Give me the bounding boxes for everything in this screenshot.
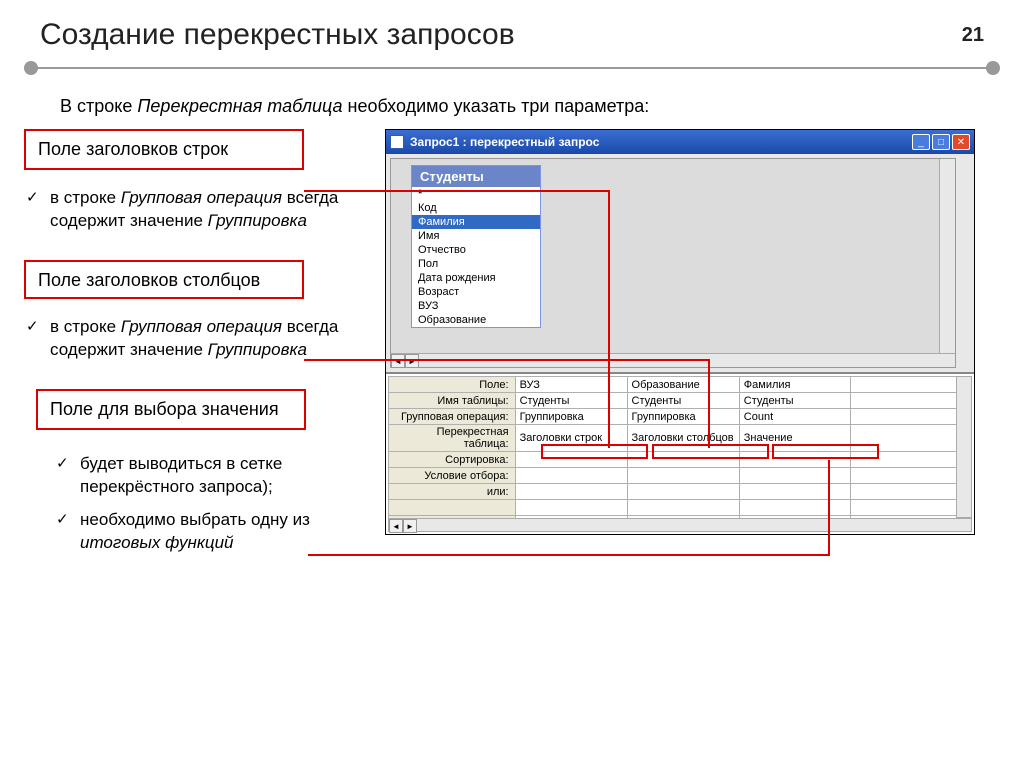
grid-cell[interactable]: Группировка (515, 409, 627, 425)
grid-cell[interactable] (515, 452, 627, 468)
field-list[interactable]: Код Фамилия Имя Отчество Пол Дата рожден… (412, 187, 540, 327)
grid-cell[interactable]: Заголовки строк (515, 425, 627, 452)
window-title: Запрос1 : перекрестный запрос (410, 135, 912, 149)
grid-cell[interactable]: Студенты (627, 393, 739, 409)
field-item[interactable]: Пол (412, 257, 540, 271)
field-item[interactable]: Отчество (412, 243, 540, 257)
grid-cell[interactable] (627, 452, 739, 468)
grid-cell[interactable]: Count (739, 409, 850, 425)
grid-cell[interactable] (515, 500, 627, 516)
grid-cell[interactable] (850, 468, 957, 484)
check-icon: ✓ (56, 454, 69, 474)
check-icon: ✓ (56, 510, 69, 530)
app-icon (390, 135, 404, 149)
upper-pane: Студенты Код Фамилия Имя Отчество Пол Да… (386, 154, 974, 374)
grid-cell[interactable] (739, 500, 850, 516)
scrollbar-h[interactable]: ◄ ► (388, 518, 972, 532)
table-widget-title: Студенты (412, 166, 540, 187)
grid-cell[interactable] (627, 468, 739, 484)
check-icon: ✓ (26, 188, 39, 208)
grid-cell[interactable]: Студенты (515, 393, 627, 409)
query-grid[interactable]: Поле: ВУЗ Образование Фамилия Имя таблиц… (388, 376, 958, 532)
label-row-headers: Поле заголовков строк (24, 129, 304, 170)
grid-cell[interactable] (850, 500, 957, 516)
grid-row-label: Сортировка: (389, 452, 516, 468)
grid-cell[interactable]: Фамилия (739, 377, 850, 393)
field-item[interactable]: Код (412, 201, 540, 215)
grid-cell[interactable] (850, 393, 957, 409)
grid-row-label: Перекрестная таблица: (389, 425, 516, 452)
grid-cell[interactable] (627, 484, 739, 500)
scroll-left-icon[interactable]: ◄ (389, 519, 403, 533)
bullet-1: ✓ в строке Групповая операция всегда сод… (20, 182, 370, 238)
grid-row-label: Групповая операция: (389, 409, 516, 425)
field-item[interactable]: Имя (412, 229, 540, 243)
grid-cell[interactable]: Студенты (739, 393, 850, 409)
grid-cell[interactable] (850, 452, 957, 468)
bullet-4: ✓ необходимо выбрать одну из итоговых фу… (20, 504, 370, 560)
field-item[interactable] (412, 187, 540, 201)
grid-cell[interactable] (739, 484, 850, 500)
scroll-right-icon[interactable]: ► (405, 354, 419, 368)
grid-cell[interactable] (850, 409, 957, 425)
check-icon: ✓ (26, 317, 39, 337)
bullet-2: ✓ в строке Групповая операция всегда сод… (20, 311, 370, 367)
grid-cell[interactable] (627, 500, 739, 516)
grid-cell[interactable] (850, 425, 957, 452)
titlebar[interactable]: Запрос1 : перекрестный запрос _ □ ✕ (386, 130, 974, 154)
scroll-left-icon[interactable]: ◄ (391, 354, 405, 368)
grid-cell[interactable]: Образование (627, 377, 739, 393)
scroll-right-icon[interactable]: ► (403, 519, 417, 533)
lower-pane: Поле: ВУЗ Образование Фамилия Имя таблиц… (386, 374, 974, 534)
field-item[interactable]: Образование (412, 313, 540, 327)
grid-cell[interactable]: ВУЗ (515, 377, 627, 393)
field-item[interactable]: Дата рождения (412, 271, 540, 285)
grid-cell[interactable] (515, 484, 627, 500)
grid-cell[interactable]: Заголовки столбцов (627, 425, 739, 452)
slide-number: 21 (962, 24, 984, 47)
access-window: Запрос1 : перекрестный запрос _ □ ✕ Студ… (385, 129, 975, 535)
divider (20, 60, 1004, 76)
label-value-field: Поле для выбора значения (36, 389, 306, 430)
grid-row-label: Условие отбора: (389, 468, 516, 484)
grid-cell[interactable] (515, 468, 627, 484)
grid-cell[interactable] (739, 452, 850, 468)
grid-cell[interactable]: Значение (739, 425, 850, 452)
bullet-3: ✓ будет выводиться в сетке перекрёстного… (20, 448, 370, 504)
intro-text: В строке Перекрестная таблица необходимо… (0, 86, 1024, 129)
grid-row-label (389, 500, 516, 516)
grid-cell[interactable]: Группировка (627, 409, 739, 425)
slide-title: Создание перекрестных запросов (40, 18, 515, 52)
label-col-headers: Поле заголовков столбцов (24, 260, 304, 299)
scrollbar-h[interactable]: ◄ ► (391, 353, 955, 367)
field-item[interactable]: ВУЗ (412, 299, 540, 313)
grid-cell[interactable] (850, 484, 957, 500)
table-widget[interactable]: Студенты Код Фамилия Имя Отчество Пол Да… (411, 165, 541, 328)
close-button[interactable]: ✕ (952, 134, 970, 150)
grid-row-label: Имя таблицы: (389, 393, 516, 409)
maximize-button[interactable]: □ (932, 134, 950, 150)
scrollbar-v[interactable] (939, 159, 955, 367)
grid-row-label: Поле: (389, 377, 516, 393)
field-item[interactable]: Фамилия (412, 215, 540, 229)
field-item[interactable]: Возраст (412, 285, 540, 299)
minimize-button[interactable]: _ (912, 134, 930, 150)
grid-row-label: или: (389, 484, 516, 500)
scrollbar-v[interactable] (956, 376, 972, 518)
grid-cell[interactable] (850, 377, 957, 393)
grid-cell[interactable] (739, 468, 850, 484)
